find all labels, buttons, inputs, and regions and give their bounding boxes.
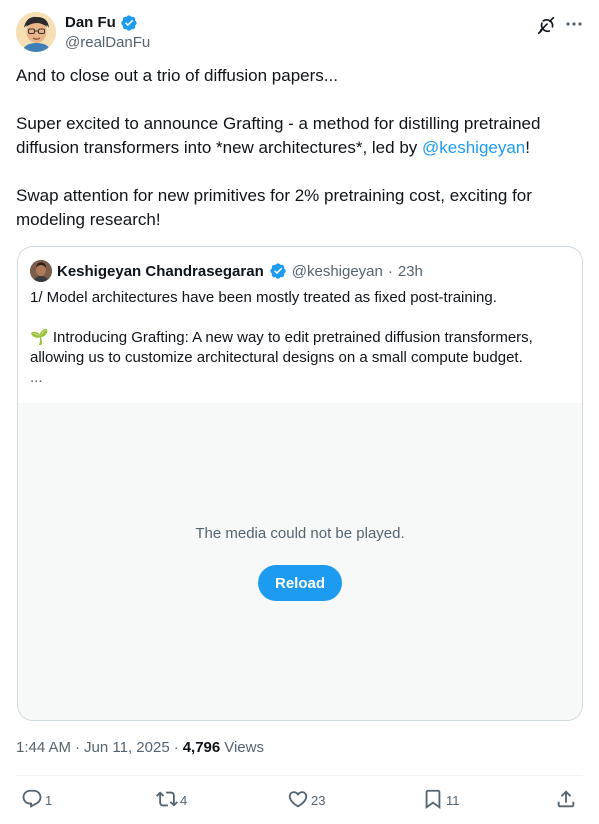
bookmark-count: 11: [446, 793, 460, 808]
tweet-line-1: And to close out a trio of diffusion pap…: [16, 66, 338, 85]
quoted-time-separator: ·: [387, 262, 393, 280]
quoted-tweet-text: 1/ Model architectures have been mostly …: [30, 288, 570, 388]
more-icon[interactable]: [562, 12, 586, 36]
reload-button[interactable]: Reload: [258, 565, 342, 601]
quoted-line-1: 1/ Model architectures have been mostly …: [30, 289, 497, 306]
post-time[interactable]: 1:44 AM: [16, 739, 71, 756]
author-avatar[interactable]: [16, 12, 56, 52]
tweet: Dan Fu @realDanFu And to close out a tri…: [0, 0, 599, 824]
media-error-message: The media could not be played.: [195, 525, 405, 542]
quoted-author-handle: @keshigeyan: [291, 262, 383, 280]
like-button[interactable]: 23: [287, 788, 325, 813]
meta-separator: ·: [75, 739, 81, 756]
quoted-author-name: Keshigeyan Chandrasegaran: [57, 262, 264, 280]
verified-badge-icon[interactable]: [120, 14, 138, 32]
share-icon: [555, 788, 577, 813]
divider: [16, 775, 583, 776]
tweet-paragraph-2-suffix: !: [525, 138, 530, 157]
tweet-meta: 1:44 AM · Jun 11, 2025 · 4,796 Views: [16, 739, 264, 756]
retweet-count: 4: [180, 793, 188, 808]
views-count: 4,796: [182, 739, 221, 756]
post-date[interactable]: Jun 11, 2025: [84, 739, 170, 756]
quoted-author-avatar: [30, 260, 52, 282]
quoted-tweet[interactable]: Keshigeyan Chandrasegaran @keshigeyan · …: [17, 246, 583, 721]
action-bar: 1 4 23 11: [0, 784, 599, 820]
reply-count: 1: [45, 793, 53, 808]
grok-icon[interactable]: [536, 14, 558, 36]
quoted-verified-badge-icon: [269, 262, 287, 280]
retweet-button[interactable]: 4: [156, 788, 187, 813]
quoted-timestamp: 23h: [397, 262, 423, 280]
meta-separator: ·: [173, 739, 179, 756]
share-button[interactable]: [555, 788, 577, 813]
quoted-ellipsis: ...: [30, 369, 43, 386]
tweet-text: And to close out a trio of diffusion pap…: [16, 64, 576, 256]
tweet-paragraph-3: Swap attention for new primitives for 2%…: [16, 186, 532, 229]
author-block: Dan Fu @realDanFu: [65, 13, 150, 51]
author-handle[interactable]: @realDanFu: [65, 34, 150, 51]
author-name[interactable]: Dan Fu: [65, 14, 116, 31]
like-icon: [287, 788, 309, 813]
bookmark-button[interactable]: 11: [422, 788, 460, 813]
reply-button[interactable]: 1: [21, 788, 52, 813]
mention-link[interactable]: @keshigeyan: [422, 138, 525, 157]
quoted-line-2: 🌱 Introducing Grafting: A new way to edi…: [30, 329, 533, 366]
media-player: The media could not be played. Reload: [18, 403, 582, 720]
quoted-tweet-header: Keshigeyan Chandrasegaran @keshigeyan · …: [30, 260, 423, 282]
bookmark-icon: [422, 788, 444, 813]
tweet-paragraph-2: Super excited to announce Grafting - a m…: [16, 112, 576, 160]
reply-icon: [21, 788, 43, 813]
retweet-icon: [156, 788, 178, 813]
views-label: Views: [224, 739, 264, 756]
like-count: 23: [311, 793, 326, 808]
